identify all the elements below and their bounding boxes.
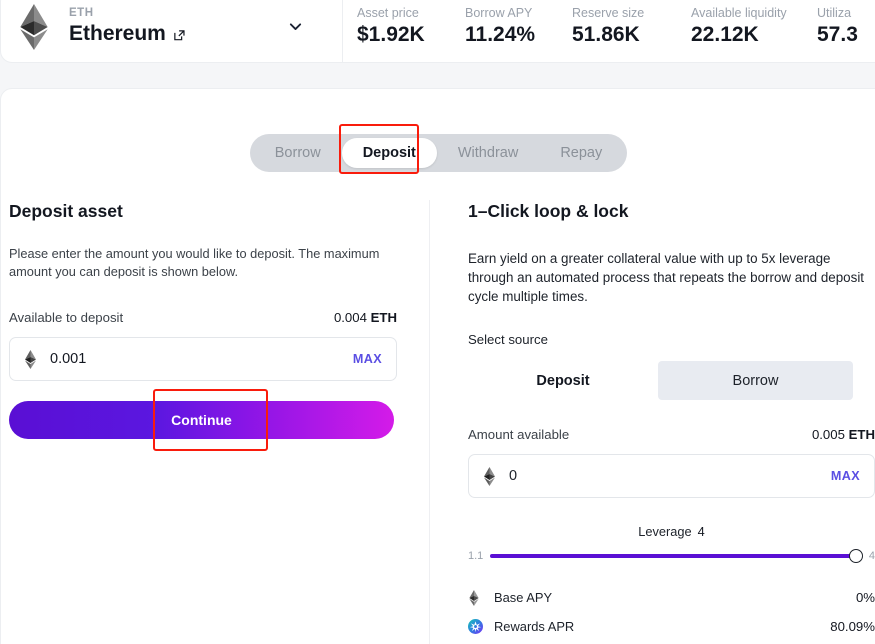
deposit-amount-value[interactable]: 0.001	[50, 351, 353, 367]
continue-button[interactable]: Continue	[9, 401, 394, 439]
external-link-icon[interactable]	[173, 29, 186, 42]
apr-name-base: Base APY	[494, 590, 553, 605]
loop-amount-input-box[interactable]: 0 MAX	[468, 454, 875, 498]
available-to-deposit-label: Available to deposit	[9, 310, 124, 325]
available-to-deposit-row: Available to deposit 0.004 ETH	[9, 310, 397, 325]
amount-available-label: Amount available	[468, 427, 570, 442]
leverage-value: 4	[697, 524, 705, 539]
stat-asset-price: Asset price $1.92K	[357, 5, 465, 48]
stat-available-liquidity: Available liquidity 22.12K	[691, 5, 817, 48]
loop-amount-value[interactable]: 0	[509, 468, 831, 484]
apr-row-rewards: Rewards APR 80.09%	[468, 612, 875, 641]
leverage-slider-track[interactable]	[490, 554, 862, 558]
source-toggle: Deposit Borrow	[468, 361, 875, 400]
asset-summary-card: ETH Ethereum Asset price $1.92K Borrow A…	[0, 0, 875, 63]
stat-value: 51.86K	[572, 23, 640, 46]
amount-available-amount: 0.005 ETH	[812, 427, 875, 442]
continue-button-wrap: Continue	[9, 389, 397, 451]
chevron-down-icon[interactable]	[284, 16, 306, 38]
ethereum-logo-icon	[15, 3, 53, 50]
asset-title-row: Ethereum	[69, 21, 186, 47]
app-root: ETH Ethereum Asset price $1.92K Borrow A…	[0, 0, 875, 644]
loop-max-button[interactable]: MAX	[831, 469, 860, 483]
available-to-deposit-amount: 0.004 ETH	[334, 310, 397, 325]
source-option-deposit[interactable]: Deposit	[468, 361, 658, 400]
leverage-slider[interactable]	[490, 549, 863, 563]
asset-stats: Asset price $1.92K Borrow APY 11.24% Res…	[343, 0, 875, 62]
leverage-slider-row: 1.1 4	[468, 549, 875, 563]
deposit-asset-title: Deposit asset	[9, 201, 123, 221]
apr-breakdown-list: Base APY 0% Rewards APR 80.09%	[468, 583, 875, 644]
available-unit: ETH	[370, 310, 397, 325]
tab-repay[interactable]: Repay	[539, 138, 623, 168]
stat-label: Available liquidity	[691, 6, 787, 20]
asset-symbol: ETH	[69, 7, 94, 19]
leverage-header: Leverage 4	[468, 524, 875, 539]
amount-available-row: Amount available 0.005 ETH	[468, 427, 875, 442]
stat-value: 11.24%	[465, 23, 536, 46]
apr-value-base: 0%	[855, 590, 875, 605]
rewards-token-icon	[468, 618, 484, 635]
tab-withdraw[interactable]: Withdraw	[437, 138, 539, 168]
panel-columns: Deposit asset Please enter the amount yo…	[1, 172, 875, 644]
action-panel-card: Borrow Deposit Withdraw Repay Deposit as…	[0, 88, 875, 644]
loop-and-lock-panel: 1–Click loop & lock Earn yield on a grea…	[429, 200, 875, 644]
deposit-max-button[interactable]: MAX	[353, 352, 382, 366]
stat-utilization: Utiliza 57.3	[817, 5, 875, 48]
tabbar-zone: Borrow Deposit Withdraw Repay	[1, 89, 875, 174]
source-option-borrow[interactable]: Borrow	[658, 361, 853, 400]
amount-available-value: 0.005	[811, 427, 845, 442]
action-tabbar: Borrow Deposit Withdraw Repay	[249, 124, 628, 174]
apr-name-rewards: Rewards APR	[494, 619, 575, 634]
ethereum-token-icon	[22, 349, 39, 369]
tab-borrow[interactable]: Borrow	[254, 138, 342, 168]
stat-label: Asset price	[357, 6, 419, 20]
deposit-amount-input-box[interactable]: 0.001 MAX	[9, 337, 397, 381]
ethereum-token-icon	[481, 466, 498, 486]
stat-value: $1.92K	[357, 23, 425, 46]
amount-available-unit: ETH	[848, 427, 875, 442]
apr-row-base: Base APY 0%	[468, 583, 875, 612]
select-source-label: Select source	[468, 332, 548, 347]
stat-label: Utiliza	[817, 6, 852, 20]
stat-reserve-size: Reserve size 51.86K	[572, 5, 691, 48]
stat-borrow-apy: Borrow APY 11.24%	[465, 5, 572, 48]
asset-identity[interactable]: ETH Ethereum	[1, 0, 343, 62]
available-value: 0.004	[333, 310, 367, 325]
leverage-label: Leverage	[638, 524, 692, 539]
leverage-slider-thumb[interactable]	[848, 549, 863, 563]
asset-name-block: ETH Ethereum	[69, 6, 186, 47]
loop-lock-description: Earn yield on a greater collateral value…	[468, 251, 865, 304]
tab-deposit[interactable]: Deposit	[341, 138, 437, 168]
stat-value: 22.12K	[691, 23, 759, 46]
leverage-min-label: 1.1	[468, 550, 484, 562]
ethereum-token-icon	[468, 589, 484, 606]
stat-value: 57.3	[817, 23, 858, 46]
stat-label: Borrow APY	[465, 6, 533, 20]
loop-lock-title: 1–Click loop & lock	[468, 201, 629, 221]
deposit-asset-description: Please enter the amount you would like t…	[9, 246, 380, 279]
asset-name: Ethereum	[69, 22, 166, 45]
deposit-asset-panel: Deposit asset Please enter the amount yo…	[1, 200, 429, 644]
leverage-max-label: 4	[868, 550, 875, 562]
stat-label: Reserve size	[572, 6, 645, 20]
apr-value-rewards: 80.09%	[830, 619, 875, 634]
